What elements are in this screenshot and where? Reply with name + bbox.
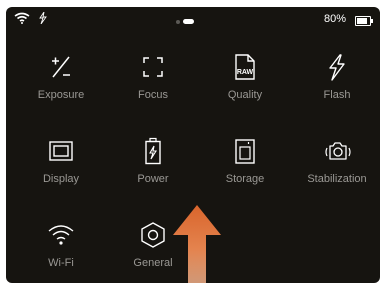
tile-label: Focus [138, 89, 168, 101]
raw-file-icon-text: RAW [237, 69, 254, 76]
status-bar: 80% [6, 7, 380, 35]
tile-label: Quality [227, 89, 263, 101]
wifi-icon [48, 225, 74, 245]
wifi-status-icon [14, 12, 30, 24]
tile-flash[interactable]: Flash [290, 45, 380, 117]
hex-nut-icon [141, 222, 165, 248]
memory-card-icon [235, 139, 255, 164]
tile-exposure[interactable]: Exposure [14, 45, 108, 117]
tile-label: Exposure [37, 89, 85, 101]
page-dot[interactable] [176, 20, 180, 24]
tile-label: Stabilization [307, 173, 367, 185]
tile-storage[interactable]: Storage [198, 129, 292, 201]
focus-brackets-icon [143, 57, 163, 77]
battery-terminal [371, 19, 373, 23]
camera-stabilization-icon [325, 142, 351, 160]
battery-icon [355, 16, 373, 26]
flash-status-icon [39, 12, 47, 24]
tile-label: Display [42, 173, 80, 185]
exposure-icon [52, 56, 70, 78]
display-icon [49, 141, 73, 161]
tile-wifi[interactable]: Wi-Fi [14, 213, 108, 283]
tile-label: Wi-Fi [48, 257, 74, 269]
battery-charging-icon [145, 137, 161, 165]
battery-percentage: 80% [323, 13, 346, 25]
swipe-up-arrow-icon [173, 205, 221, 283]
page-dot-active[interactable] [183, 19, 194, 24]
tile-label: Flash [323, 89, 351, 101]
tile-label: Power [137, 173, 169, 185]
tile-label: Storage [225, 173, 265, 185]
settings-screen: 80% Exposure Focus RAW Quality Flash Dis… [6, 7, 380, 283]
raw-file-icon: RAW [235, 54, 255, 80]
tile-stabilization[interactable]: Stabilization [290, 129, 380, 201]
tile-focus[interactable]: Focus [106, 45, 200, 117]
tile-display[interactable]: Display [14, 129, 108, 201]
tile-power[interactable]: Power [106, 129, 200, 201]
battery-level-fill [357, 18, 367, 24]
tile-quality[interactable]: RAW Quality [198, 45, 292, 117]
page-indicator[interactable] [176, 19, 206, 25]
lightning-icon [329, 54, 345, 81]
